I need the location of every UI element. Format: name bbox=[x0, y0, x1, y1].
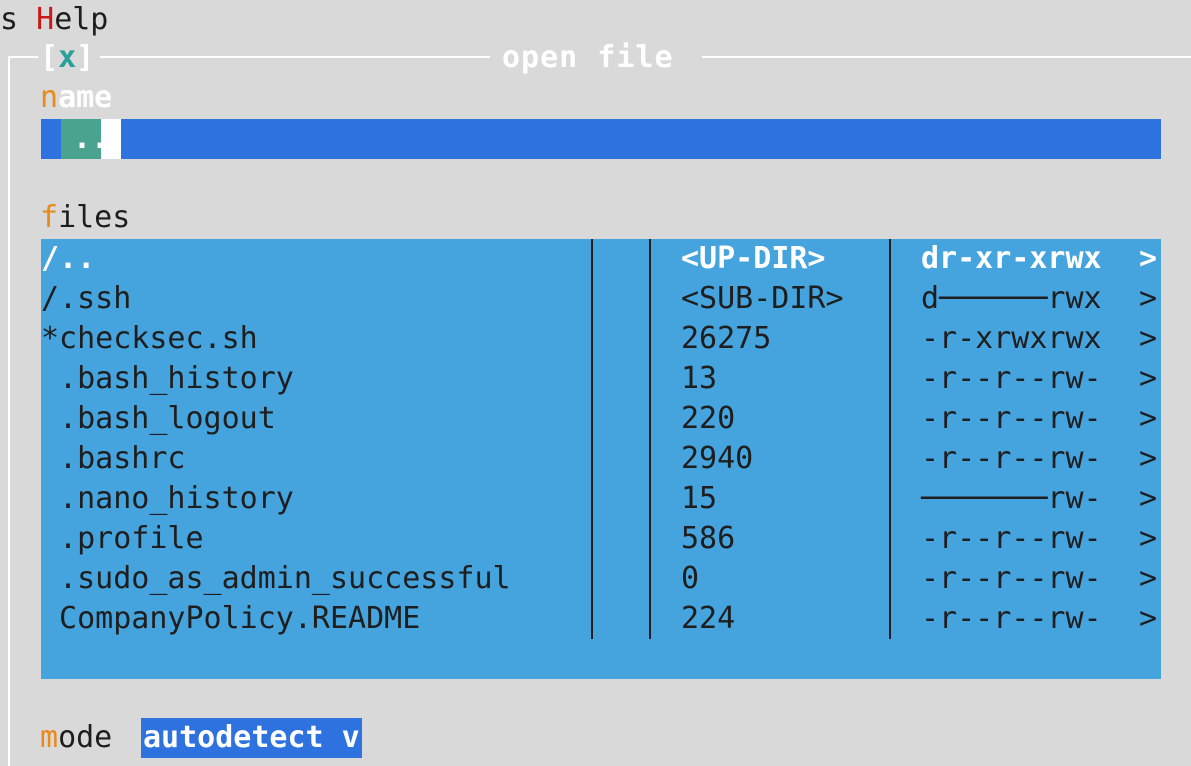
file-size: 224 bbox=[681, 601, 736, 636]
row-overflow-indicator: > bbox=[1139, 321, 1158, 356]
row-overflow-indicator: > bbox=[1139, 401, 1158, 436]
file-size: 220 bbox=[681, 401, 736, 436]
text-cursor bbox=[101, 119, 121, 159]
file-size: 26275 bbox=[681, 321, 772, 356]
file-name: /.ssh bbox=[41, 281, 132, 316]
file-permissions: -r--r--rw- bbox=[921, 441, 1102, 476]
name-hotkey: n bbox=[40, 80, 59, 115]
files-hotkey: f bbox=[40, 200, 59, 235]
mode-label-text: ode bbox=[58, 720, 131, 755]
file-row[interactable]: .sudo_as_admin_successful 0 -r--r--rw- > bbox=[41, 559, 1161, 599]
file-row[interactable]: .bashrc 2940 -r--r--rw- > bbox=[41, 439, 1161, 479]
file-permissions: -r--r--rw- bbox=[921, 601, 1102, 636]
menubar-prefix: s bbox=[0, 2, 37, 37]
file-permissions: dr-xr-xrwx bbox=[921, 241, 1102, 276]
file-size: 15 bbox=[681, 481, 718, 516]
file-permissions: -r--r--rw- bbox=[921, 401, 1102, 436]
row-overflow-indicator: > bbox=[1139, 361, 1158, 396]
menubar: s Help bbox=[0, 0, 108, 38]
name-label-text: ame bbox=[58, 80, 113, 115]
mode-label: mode bbox=[40, 718, 130, 758]
frame-top-left bbox=[8, 56, 38, 58]
files-label-text: iles bbox=[58, 200, 131, 235]
file-permissions: ───────rw- bbox=[921, 481, 1102, 516]
close-bracket-open: [ bbox=[40, 40, 59, 75]
file-name: .sudo_as_admin_successful bbox=[41, 561, 511, 596]
file-name: .bashrc bbox=[41, 441, 186, 476]
file-row[interactable]: *checksec.sh 26275 -r-xrwxrwx > bbox=[41, 319, 1161, 359]
file-permissions: -r--r--rw- bbox=[921, 361, 1102, 396]
file-size: <SUB-DIR> bbox=[681, 281, 844, 316]
mode-hotkey: m bbox=[40, 720, 59, 755]
file-row[interactable]: .profile 586 -r--r--rw- > bbox=[41, 519, 1161, 559]
close-icon: x bbox=[58, 40, 77, 75]
row-overflow-indicator: > bbox=[1139, 281, 1158, 316]
file-row[interactable]: /.. <UP-DIR> dr-xr-xrwx > bbox=[41, 239, 1161, 279]
file-row[interactable]: .bash_history 13 -r--r--rw- > bbox=[41, 359, 1161, 399]
file-size: 13 bbox=[681, 361, 718, 396]
row-overflow-indicator: > bbox=[1139, 561, 1158, 596]
files-label: files bbox=[40, 198, 130, 238]
file-name: *checksec.sh bbox=[41, 321, 258, 356]
frame-left bbox=[8, 56, 10, 766]
help-label: elp bbox=[54, 2, 109, 37]
file-size: <UP-DIR> bbox=[681, 241, 826, 276]
frame-top-right bbox=[702, 56, 1191, 58]
file-name: .nano_history bbox=[41, 481, 294, 516]
file-size: 0 bbox=[681, 561, 700, 596]
row-overflow-indicator: > bbox=[1139, 601, 1158, 636]
file-list[interactable]: /.. <UP-DIR> dr-xr-xrwx > /.ssh <SUB-DIR> d───… bbox=[41, 239, 1161, 679]
file-row[interactable]: .nano_history 15 ───────rw- > bbox=[41, 479, 1161, 519]
row-overflow-indicator: > bbox=[1139, 521, 1158, 556]
file-permissions: -r--r--rw- bbox=[921, 561, 1102, 596]
file-permissions: -r--r--rw- bbox=[921, 521, 1102, 556]
name-input[interactable]: .. bbox=[41, 119, 1161, 159]
help-menu[interactable]: Help bbox=[36, 2, 108, 37]
row-overflow-indicator: > bbox=[1139, 481, 1158, 516]
file-name: CompanyPolicy.README bbox=[41, 601, 421, 636]
mode-select[interactable]: autodetect v bbox=[141, 718, 362, 758]
help-hotkey: H bbox=[36, 2, 55, 37]
file-name: /.. bbox=[41, 241, 96, 276]
file-name: .bash_history bbox=[41, 361, 294, 396]
dialog-title: open file bbox=[502, 40, 674, 75]
name-label: name bbox=[40, 78, 112, 118]
file-row[interactable]: CompanyPolicy.README 224 -r--r--rw- > bbox=[41, 599, 1161, 639]
file-name: .bash_logout bbox=[41, 401, 276, 436]
file-row[interactable]: .bash_logout 220 -r--r--rw- > bbox=[41, 399, 1161, 439]
close-bracket-close: ] bbox=[76, 40, 95, 75]
file-size: 586 bbox=[681, 521, 736, 556]
close-button[interactable]: [x] bbox=[40, 38, 94, 78]
frame-top-mid bbox=[100, 56, 490, 58]
row-overflow-indicator: > bbox=[1139, 241, 1158, 276]
file-row[interactable]: /.ssh <SUB-DIR> d──────rwx > bbox=[41, 279, 1161, 319]
file-permissions: d──────rwx bbox=[921, 281, 1102, 316]
row-overflow-indicator: > bbox=[1139, 441, 1158, 476]
file-size: 2940 bbox=[681, 441, 754, 476]
file-permissions: -r-xrwxrwx bbox=[921, 321, 1102, 356]
file-name: .profile bbox=[41, 521, 204, 556]
